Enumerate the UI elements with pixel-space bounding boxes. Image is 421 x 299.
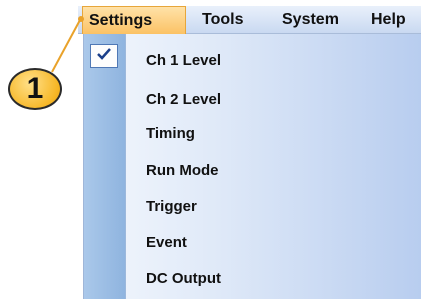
screenshot: Settings Tools System Help Ch 1 Level Ch… [0,0,421,299]
callout-number-badge: 1 [8,68,62,110]
callout-number: 1 [26,72,44,105]
callout-leader-line [51,16,84,73]
